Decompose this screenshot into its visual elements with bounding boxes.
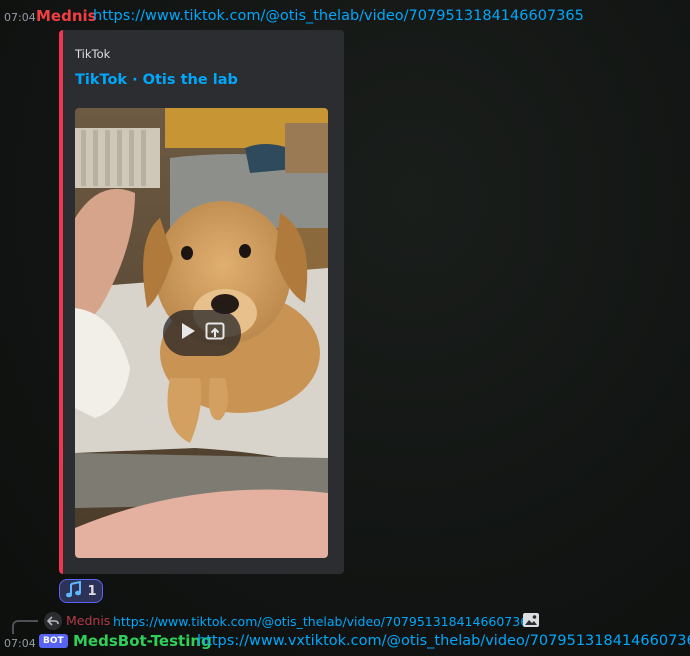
message-author[interactable]: Mednis <box>36 7 97 25</box>
reply-spine <box>12 620 38 634</box>
message-link[interactable]: https://www.vxtiktok.com/@otis_thelab/vi… <box>197 633 690 649</box>
embed-provider: TikTok <box>75 47 111 61</box>
image-icon[interactable] <box>522 612 540 632</box>
message-link[interactable]: https://www.tiktok.com/@otis_thelab/vide… <box>93 8 584 24</box>
message-timestamp: 07:04 <box>4 11 36 24</box>
message-timestamp: 07:04 <box>4 637 36 650</box>
play-icon[interactable] <box>179 321 197 345</box>
reply-link[interactable]: https://www.tiktok.com/@otis_thelab/vide… <box>113 614 536 629</box>
message-author[interactable]: MedsBot-Testing <box>73 632 212 650</box>
bot-tag: BOT <box>39 634 68 648</box>
music-note-icon <box>65 580 82 602</box>
embed-title-link[interactable]: TikTok · Otis the lab <box>75 72 238 88</box>
video-controls[interactable] <box>163 310 241 356</box>
open-external-icon[interactable] <box>205 322 225 344</box>
reply-arrow-icon[interactable] <box>44 612 62 630</box>
reply-author[interactable]: Mednis <box>66 613 110 628</box>
reaction-button[interactable]: 1 <box>59 579 103 603</box>
reaction-count: 1 <box>87 583 97 599</box>
